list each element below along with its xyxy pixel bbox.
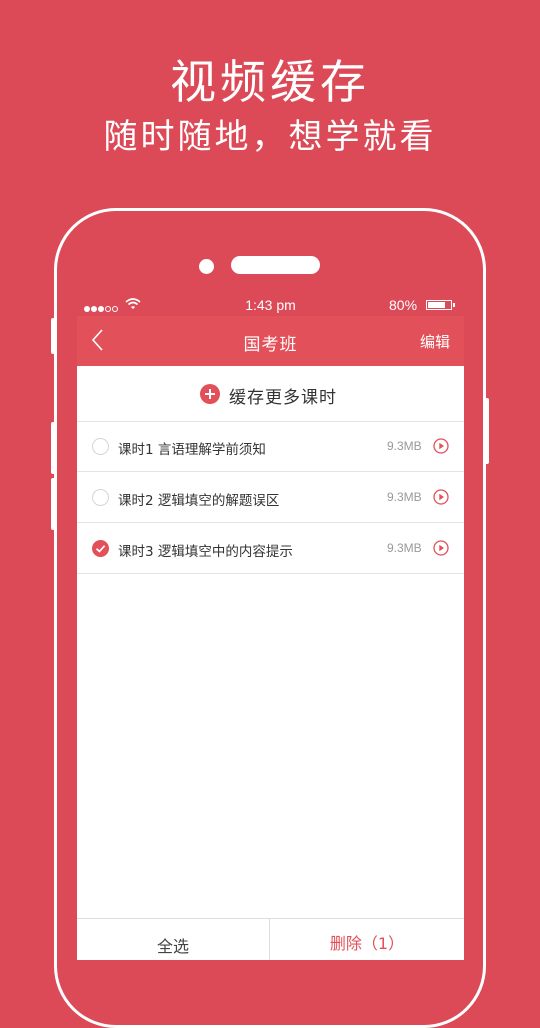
phone-camera — [199, 259, 214, 274]
lesson-title: 课时2 逻辑填空的解题误区 — [118, 493, 280, 509]
navigation-bar: 国考班 编辑 — [77, 316, 464, 366]
phone-power-button — [484, 398, 489, 464]
phone-screen: 1:43 pm 80% 国考班 编辑 缓存更多课时 课时1 言语理解学前须知 9… — [77, 294, 464, 960]
lesson-title: 课时3 逻辑填空中的内容提示 — [118, 544, 293, 560]
battery-percentage: 80% — [389, 297, 418, 313]
cache-more-label: 缓存更多课时 — [229, 388, 337, 408]
lesson-row[interactable]: 课时3 逻辑填空中的内容提示 9.3MB — [77, 523, 464, 574]
lesson-size: 9.3MB — [387, 541, 422, 555]
page-title: 国考班 — [243, 335, 298, 355]
checkbox-unchecked-icon[interactable] — [92, 438, 109, 455]
lesson-size: 9.3MB — [387, 490, 422, 504]
lesson-title: 课时1 言语理解学前须知 — [118, 442, 266, 458]
edit-button[interactable]: 编辑 — [420, 331, 450, 352]
plus-circle-icon — [200, 384, 220, 404]
lesson-row[interactable]: 课时2 逻辑填空的解题误区 9.3MB — [77, 472, 464, 523]
bottom-action-bar: 全选 删除（1） — [77, 918, 464, 960]
phone-mute-switch — [51, 318, 56, 354]
select-all-button[interactable]: 全选 — [77, 933, 269, 957]
phone-volume-up-button — [51, 422, 56, 474]
lesson-row[interactable]: 课时1 言语理解学前须知 9.3MB — [77, 421, 464, 472]
promo-title: 视频缓存 — [170, 55, 370, 109]
play-circle-icon[interactable] — [433, 438, 449, 454]
battery-icon — [426, 300, 452, 310]
lesson-size: 9.3MB — [387, 439, 422, 453]
cache-more-button[interactable]: 缓存更多课时 — [77, 366, 464, 422]
play-circle-icon[interactable] — [433, 489, 449, 505]
phone-speaker — [231, 256, 320, 274]
promo-subtitle: 随时随地，想学就看 — [103, 117, 437, 157]
checkbox-unchecked-icon[interactable] — [92, 489, 109, 506]
delete-button[interactable]: 删除（1） — [270, 930, 464, 954]
battery-tip — [453, 303, 455, 307]
status-bar: 1:43 pm 80% — [77, 294, 464, 316]
play-circle-icon[interactable] — [433, 540, 449, 556]
phone-volume-down-button — [51, 478, 56, 530]
checkbox-checked-icon[interactable] — [92, 540, 109, 557]
